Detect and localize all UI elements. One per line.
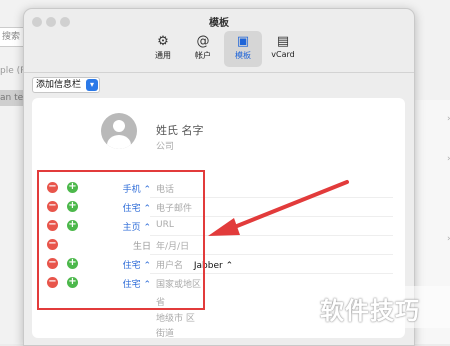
watermark-text: 软件技巧 <box>320 297 420 325</box>
